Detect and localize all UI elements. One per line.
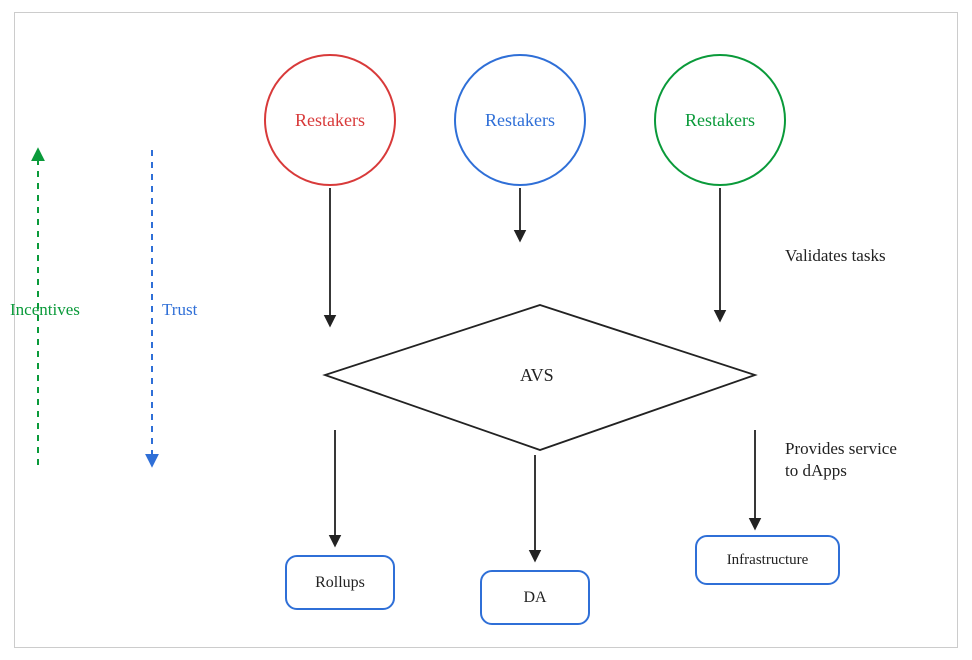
da-label: DA xyxy=(523,589,546,607)
restaker-green-label: Restakers xyxy=(655,110,785,131)
infra-label: Infrastructure xyxy=(727,552,809,569)
trust-label: Trust xyxy=(162,300,197,320)
incentives-label: Incentives xyxy=(10,300,80,320)
restaker-red-label: Restakers xyxy=(265,110,395,131)
validates-annotation: Validates tasks xyxy=(785,245,886,267)
rollups-box: Rollups xyxy=(285,555,395,610)
restaker-blue-label: Restakers xyxy=(455,110,585,131)
da-box: DA xyxy=(480,570,590,625)
provides-annotation: Provides service to dApps xyxy=(785,438,897,482)
infra-box: Infrastructure xyxy=(695,535,840,585)
rollups-label: Rollups xyxy=(315,574,365,592)
avs-label: AVS xyxy=(520,365,554,386)
